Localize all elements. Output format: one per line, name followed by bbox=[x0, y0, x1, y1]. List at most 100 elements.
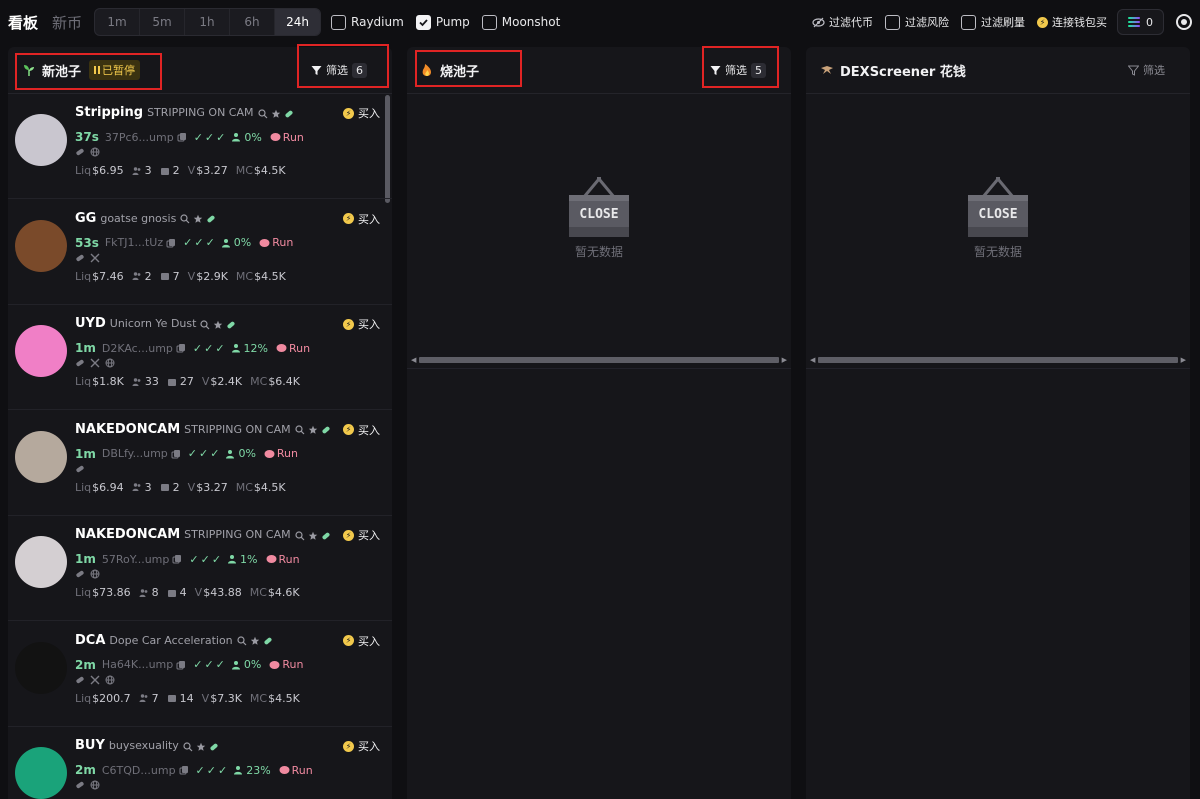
token-symbol[interactable]: GG bbox=[75, 211, 96, 226]
star-icon[interactable] bbox=[308, 424, 318, 434]
buy-button[interactable]: ⚡ 买入 bbox=[343, 527, 380, 543]
filter-risk-checkbox[interactable]: 过滤风险 bbox=[885, 14, 949, 30]
star-icon[interactable] bbox=[250, 635, 260, 645]
scroll-right-icon[interactable]: ▶ bbox=[782, 356, 787, 364]
token-avatar[interactable] bbox=[15, 219, 67, 272]
token-avatar[interactable] bbox=[15, 641, 67, 694]
filter-wash-checkbox[interactable]: 过滤刷量 bbox=[961, 14, 1025, 30]
copy-icon[interactable] bbox=[171, 449, 181, 459]
scroll-left-icon[interactable]: ◀ bbox=[411, 356, 416, 364]
token-row[interactable]: UYD Unicorn Ye Dust ⚡ 买入 1m D2KAc...ump … bbox=[8, 305, 392, 410]
pill-link-icon[interactable] bbox=[75, 253, 85, 263]
search-icon[interactable] bbox=[200, 319, 210, 329]
token-row[interactable]: DCA Dope Car Acceleration ⚡ 买入 2m Ha64K.… bbox=[8, 622, 392, 727]
scroll-left-icon[interactable]: ◀ bbox=[810, 356, 815, 364]
horizontal-scrollbar[interactable]: ◀ ▶ bbox=[411, 356, 787, 364]
time-tab-5m[interactable]: 5m bbox=[140, 9, 186, 35]
token-symbol[interactable]: NAKEDONCAM bbox=[75, 422, 180, 437]
buy-button[interactable]: ⚡ 买入 bbox=[343, 316, 380, 332]
token-symbol[interactable]: DCA bbox=[75, 633, 105, 648]
mc-value: $4.5K bbox=[253, 164, 286, 177]
search-icon[interactable] bbox=[257, 108, 268, 118]
buy-button[interactable]: ⚡ 买入 bbox=[343, 211, 380, 227]
tx-icon bbox=[160, 166, 170, 176]
globe-icon[interactable] bbox=[90, 147, 100, 157]
time-tab-6h[interactable]: 6h bbox=[230, 9, 276, 35]
globe-icon[interactable] bbox=[105, 675, 115, 685]
buy-button[interactable]: ⚡ 买入 bbox=[343, 633, 380, 649]
dexscreener-filter-button[interactable]: 筛选 bbox=[1128, 62, 1165, 78]
burn-pool-filter-button[interactable]: 筛选 5 bbox=[710, 62, 766, 78]
token-symbol[interactable]: UYD bbox=[75, 316, 106, 331]
token-meta-line: 1m D2KAc...ump ✓✓✓ 12% Run bbox=[75, 341, 310, 355]
star-icon[interactable] bbox=[213, 319, 223, 329]
globe-icon[interactable] bbox=[105, 358, 115, 368]
time-tab-1m[interactable]: 1m bbox=[95, 9, 141, 35]
pill-link-icon[interactable] bbox=[75, 147, 85, 157]
token-avatar[interactable] bbox=[15, 325, 67, 377]
search-icon[interactable] bbox=[237, 635, 247, 646]
globe-icon[interactable] bbox=[90, 569, 100, 579]
token-symbol[interactable]: NAKEDONCAM bbox=[75, 527, 180, 542]
search-icon[interactable] bbox=[180, 213, 190, 224]
globe-icon[interactable] bbox=[90, 780, 100, 790]
connect-wallet-button[interactable]: ⚡ 连接钱包买 bbox=[1037, 14, 1107, 30]
star-icon[interactable] bbox=[193, 213, 203, 223]
dexscreener-logo-icon bbox=[821, 66, 833, 74]
token-row[interactable]: BUY buysexuality ⚡ 买入 2m C6TQD...ump ✓✓✓… bbox=[8, 727, 392, 799]
search-icon[interactable] bbox=[183, 741, 193, 751]
token-symbol[interactable]: Stripping bbox=[75, 105, 143, 120]
paused-badge[interactable]: 已暂停 bbox=[89, 60, 141, 80]
search-icon[interactable] bbox=[294, 530, 305, 540]
token-title-line: GG goatse gnosis bbox=[75, 211, 219, 226]
holders-icon bbox=[132, 482, 142, 492]
copy-icon[interactable] bbox=[176, 660, 186, 670]
pill-link-icon[interactable] bbox=[75, 780, 85, 790]
buy-button[interactable]: ⚡ 买入 bbox=[343, 422, 380, 438]
pill-link-icon[interactable] bbox=[75, 675, 85, 685]
star-icon[interactable] bbox=[271, 108, 281, 118]
scroll-thumb[interactable] bbox=[818, 357, 1178, 363]
token-symbol[interactable]: BUY bbox=[75, 738, 105, 753]
filter-count: 6 bbox=[352, 62, 367, 78]
copy-icon[interactable] bbox=[166, 238, 176, 248]
scroll-right-icon[interactable]: ▶ bbox=[1181, 356, 1186, 364]
balance-display[interactable]: 0 bbox=[1117, 9, 1164, 35]
token-row[interactable]: NAKEDONCAM STRIPPING ON CAM ⚡ 买入 1m DBLf… bbox=[8, 411, 392, 516]
pill-link-icon[interactable] bbox=[75, 464, 85, 474]
moonshot-checkbox[interactable]: Moonshot bbox=[481, 14, 560, 30]
scroll-thumb[interactable] bbox=[419, 357, 779, 363]
x-twitter-icon[interactable] bbox=[90, 358, 100, 368]
new-coins-tab[interactable]: 新币 bbox=[52, 12, 82, 33]
search-icon[interactable] bbox=[294, 424, 305, 435]
horizontal-scrollbar[interactable]: ◀ ▶ bbox=[810, 356, 1186, 364]
time-tab-24h[interactable]: 24h bbox=[275, 9, 321, 35]
copy-icon[interactable] bbox=[172, 554, 182, 564]
token-avatar[interactable] bbox=[15, 536, 67, 588]
time-tab-1h[interactable]: 1h bbox=[185, 9, 231, 35]
x-twitter-icon[interactable] bbox=[90, 253, 100, 263]
pill-link-icon[interactable] bbox=[75, 569, 85, 579]
filter-tokens-toggle[interactable]: 过滤代币 bbox=[812, 14, 873, 30]
star-icon[interactable] bbox=[308, 530, 318, 540]
copy-icon[interactable] bbox=[176, 343, 186, 353]
copy-icon[interactable] bbox=[179, 765, 189, 775]
star-icon[interactable] bbox=[196, 741, 206, 751]
copy-icon[interactable] bbox=[177, 132, 187, 142]
pill-link-icon[interactable] bbox=[75, 358, 85, 368]
buy-button[interactable]: ⚡ 买入 bbox=[343, 105, 380, 121]
token-row[interactable]: GG goatse gnosis ⚡ 买入 53s FkTJ1...tUz ✓✓… bbox=[8, 200, 392, 305]
settings-icon[interactable] bbox=[1176, 14, 1192, 30]
buy-button[interactable]: ⚡ 买入 bbox=[343, 738, 380, 754]
new-pool-filter-button[interactable]: 筛选 6 bbox=[311, 62, 367, 78]
token-row[interactable]: NAKEDONCAM STRIPPING ON CAM ⚡ 买入 1m 57Ro… bbox=[8, 516, 392, 621]
x-twitter-icon[interactable] bbox=[90, 675, 100, 685]
raydium-checkbox[interactable]: Raydium bbox=[331, 14, 404, 30]
board-title[interactable]: 看板 bbox=[8, 12, 38, 33]
buy-label: 买入 bbox=[358, 740, 380, 753]
pump-checkbox[interactable]: Pump bbox=[415, 14, 470, 30]
token-avatar[interactable] bbox=[15, 747, 67, 799]
token-avatar[interactable] bbox=[15, 114, 67, 166]
token-avatar[interactable] bbox=[15, 430, 67, 483]
token-row[interactable]: Stripping STRIPPING ON CAM ⚡ 买入 37s 37Pc… bbox=[8, 94, 392, 199]
